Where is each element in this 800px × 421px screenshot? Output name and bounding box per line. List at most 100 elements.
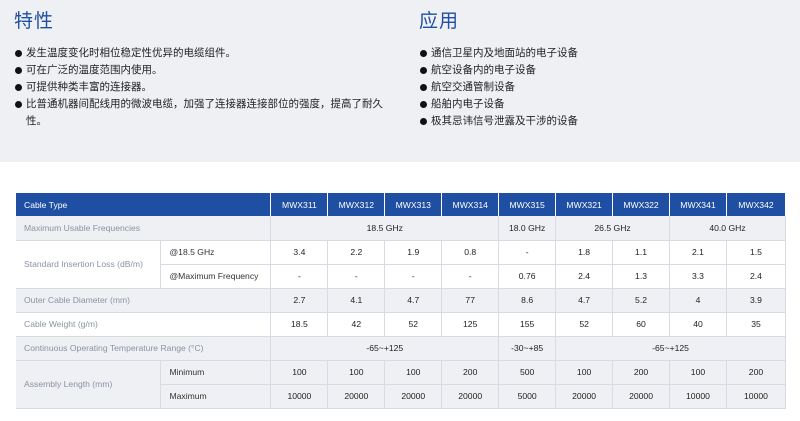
features-section: 特性 发生温度变化时相位稳定性优异的电缆组件。 可在广泛的温度范围内使用。 可提… — [14, 6, 394, 130]
table-cell: 40 — [669, 312, 727, 337]
applications-list: 通信卫星内及地面站的电子设备 航空设备内的电子设备 航空交通管制设备 船舶内电子… — [419, 45, 789, 130]
table-cell: 4.7 — [555, 288, 614, 313]
applications-heading: 应用 — [419, 10, 460, 32]
table-cell: 4.7 — [384, 288, 443, 313]
table-cell: 5000 — [498, 384, 557, 409]
table-cell: - — [327, 264, 386, 289]
table-cell: 20000 — [612, 384, 670, 409]
table-cell: 8.6 — [498, 288, 557, 313]
feature-panel: 特性 发生温度变化时相位稳定性优异的电缆组件。 可在广泛的温度范围内使用。 可提… — [0, 0, 800, 162]
table-cell: - — [441, 264, 500, 289]
applications-section: 应用 通信卫星内及地面站的电子设备 航空设备内的电子设备 航空交通管制设备 船舶… — [419, 6, 789, 130]
table-cell: 40.0 GHz — [669, 216, 786, 241]
row-label: Continuous Operating Temperature Range (… — [16, 336, 272, 361]
table-cell: 42 — [327, 312, 386, 337]
table-cell: 200 — [612, 360, 670, 385]
weight-row: Cable Weight (g/m) 18.5 42 52 125 155 52… — [16, 312, 787, 337]
sub-label: Maximum — [160, 384, 272, 409]
temperature-row: Continuous Operating Temperature Range (… — [16, 336, 786, 361]
table-cell: 20000 — [327, 384, 386, 409]
table-cell: 2.7 — [270, 288, 329, 313]
row-label: Standard Insertion Loss (dB/m) — [16, 240, 162, 289]
table-cell: 500 — [498, 360, 557, 385]
header-model: MWX313 — [384, 193, 443, 216]
row-label: Cable Weight (g/m) — [16, 312, 272, 337]
table-cell: 100 — [669, 360, 727, 385]
spec-table: Cable Type MWX311 MWX312 MWX313 MWX314 M… — [16, 193, 787, 409]
application-item: 航空设备内的电子设备 — [419, 62, 789, 79]
table-cell: 10000 — [726, 384, 787, 409]
diameter-row: Outer Cable Diameter (mm) 2.7 4.1 4.7 77… — [16, 288, 787, 313]
loss-row-1: Standard Insertion Loss (dB/m) @18.5 GHz… — [16, 240, 787, 289]
table-cell: 18.5 GHz — [270, 216, 500, 241]
table-cell: 200 — [726, 360, 787, 385]
row-label: Outer Cable Diameter (mm) — [16, 288, 272, 313]
table-cell: 1.9 — [384, 240, 443, 265]
table-cell: 0.8 — [441, 240, 500, 265]
header-model: MWX321 — [555, 193, 614, 216]
table-cell: 155 — [498, 312, 557, 337]
table-cell: 100 — [555, 360, 614, 385]
header-model: MWX341 — [669, 193, 727, 216]
header-model: MWX312 — [327, 193, 386, 216]
table-cell: 0.76 — [498, 264, 557, 289]
table-cell: 26.5 GHz — [555, 216, 670, 241]
application-item: 通信卫星内及地面站的电子设备 — [419, 45, 789, 62]
table-cell: 4.1 — [327, 288, 386, 313]
table-cell: 200 — [441, 360, 500, 385]
sub-label: @Maximum Frequency — [160, 264, 272, 289]
header-model: MWX315 — [498, 193, 557, 216]
table-cell: 5.2 — [612, 288, 670, 313]
table-cell: 20000 — [555, 384, 614, 409]
row-label: Assembly Length (mm) — [16, 360, 162, 409]
table-cell: 3.4 — [270, 240, 329, 265]
application-item: 航空交通管制设备 — [419, 79, 789, 96]
table-cell: 1.8 — [555, 240, 614, 265]
table-cell: 1.1 — [612, 240, 670, 265]
table-cell: 3.3 — [669, 264, 727, 289]
table-cell: 10000 — [669, 384, 727, 409]
table-cell: 1.3 — [612, 264, 670, 289]
table-cell: 18.0 GHz — [498, 216, 557, 241]
table-cell: 60 — [612, 312, 670, 337]
header-model: MWX314 — [441, 193, 500, 216]
row-label: Maximum Usable Frequencies — [16, 216, 272, 241]
table-cell: - — [498, 240, 557, 265]
application-item: 极其忌讳信号泄露及干涉的设备 — [419, 113, 789, 130]
table-cell: 18.5 — [270, 312, 329, 337]
application-item: 船舶内电子设备 — [419, 96, 789, 113]
header-cable-type: Cable Type — [16, 193, 272, 216]
table-cell: - — [270, 264, 329, 289]
table-cell: 1.5 — [726, 240, 787, 265]
table-cell: 35 — [726, 312, 787, 337]
feature-item: 比普通机器间配线用的微波电缆，加强了连接器连接部位的强度，提高了耐久性。 — [14, 96, 394, 130]
feature-item: 可在广泛的温度范围内使用。 — [14, 62, 394, 79]
table-cell: 20000 — [384, 384, 443, 409]
table-cell: 2.1 — [669, 240, 727, 265]
sub-label: @18.5 GHz — [160, 240, 272, 265]
table-cell: -30~+85 — [498, 336, 557, 361]
frequency-row: Maximum Usable Frequencies 18.5 GHz 18.0… — [16, 216, 786, 241]
table-cell: 4 — [669, 288, 727, 313]
feature-item: 发生温度变化时相位稳定性优异的电缆组件。 — [14, 45, 394, 62]
table-cell: 100 — [327, 360, 386, 385]
table-cell: 2.4 — [726, 264, 787, 289]
table-cell: 100 — [270, 360, 329, 385]
table-cell: -65~+125 — [555, 336, 786, 361]
table-cell: 20000 — [441, 384, 500, 409]
assembly-min-row: Assembly Length (mm) Minimum 100 100 100… — [16, 360, 787, 409]
features-list: 发生温度变化时相位稳定性优异的电缆组件。 可在广泛的温度范围内使用。 可提供种类… — [14, 45, 394, 130]
table-cell: 2.2 — [327, 240, 386, 265]
table-cell: 3.9 — [726, 288, 787, 313]
table-cell: 2.4 — [555, 264, 614, 289]
table-cell: - — [384, 264, 443, 289]
table-cell: -65~+125 — [270, 336, 500, 361]
header-model: MWX342 — [726, 193, 787, 216]
header-model: MWX322 — [612, 193, 670, 216]
header-model: MWX311 — [270, 193, 329, 216]
feature-item: 可提供种类丰富的连接器。 — [14, 79, 394, 96]
table-cell: 100 — [384, 360, 443, 385]
table-cell: 77 — [441, 288, 500, 313]
table-cell: 52 — [384, 312, 443, 337]
table-cell: 52 — [555, 312, 614, 337]
